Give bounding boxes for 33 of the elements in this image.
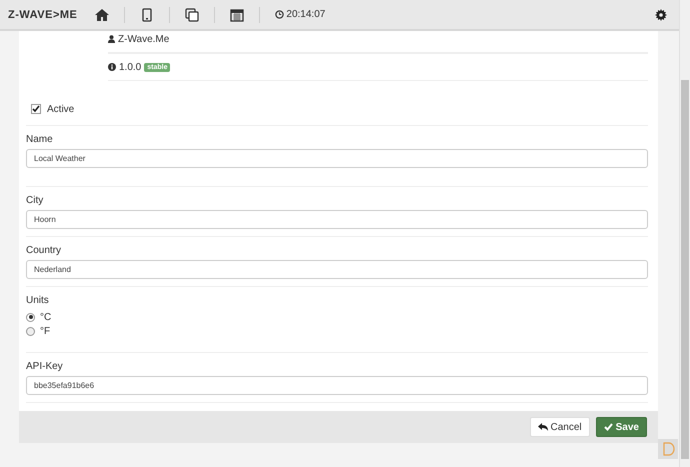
author-name: Z-Wave.Me [118, 34, 170, 44]
checkbox-label: Active [47, 104, 74, 114]
cancel-button[interactable]: Cancel [530, 417, 590, 437]
windows-icon[interactable] [185, 8, 200, 22]
input-field[interactable]: Nederland [26, 260, 648, 279]
info-icon [108, 63, 116, 71]
version-text: 1.0.0 [119, 62, 142, 72]
save-button[interactable]: Save [596, 417, 647, 437]
user-icon [108, 35, 115, 43]
field-label: Name [26, 134, 54, 145]
field-label: Country [26, 245, 62, 256]
home-icon[interactable] [95, 8, 110, 22]
calendar-icon[interactable] [230, 8, 244, 22]
input-field[interactable]: bbe35efa91b6e6 [26, 376, 648, 395]
input-field[interactable]: Local Weather [26, 149, 648, 168]
radio-button[interactable] [26, 326, 35, 336]
field-label: Units [26, 295, 50, 306]
radio-label: °C [40, 312, 52, 322]
checkbox[interactable] [31, 104, 41, 114]
field-label: City [26, 195, 44, 206]
clock-icon [275, 10, 284, 19]
scrollbar-thumb[interactable] [681, 80, 689, 459]
settings-icon[interactable] [655, 8, 667, 20]
radio-label: °F [40, 326, 50, 336]
logo: Z-WAVE>ME [8, 8, 78, 20]
check-icon [604, 423, 613, 431]
scrollbar[interactable] [679, 0, 690, 467]
clock-time: 20:14:07 [286, 9, 326, 20]
radio-button[interactable] [26, 312, 35, 322]
tablet-icon[interactable] [140, 8, 154, 22]
input-field[interactable]: Hoorn [26, 210, 648, 229]
field-label: API-Key [26, 361, 64, 372]
reply-arrow-icon [538, 423, 548, 431]
